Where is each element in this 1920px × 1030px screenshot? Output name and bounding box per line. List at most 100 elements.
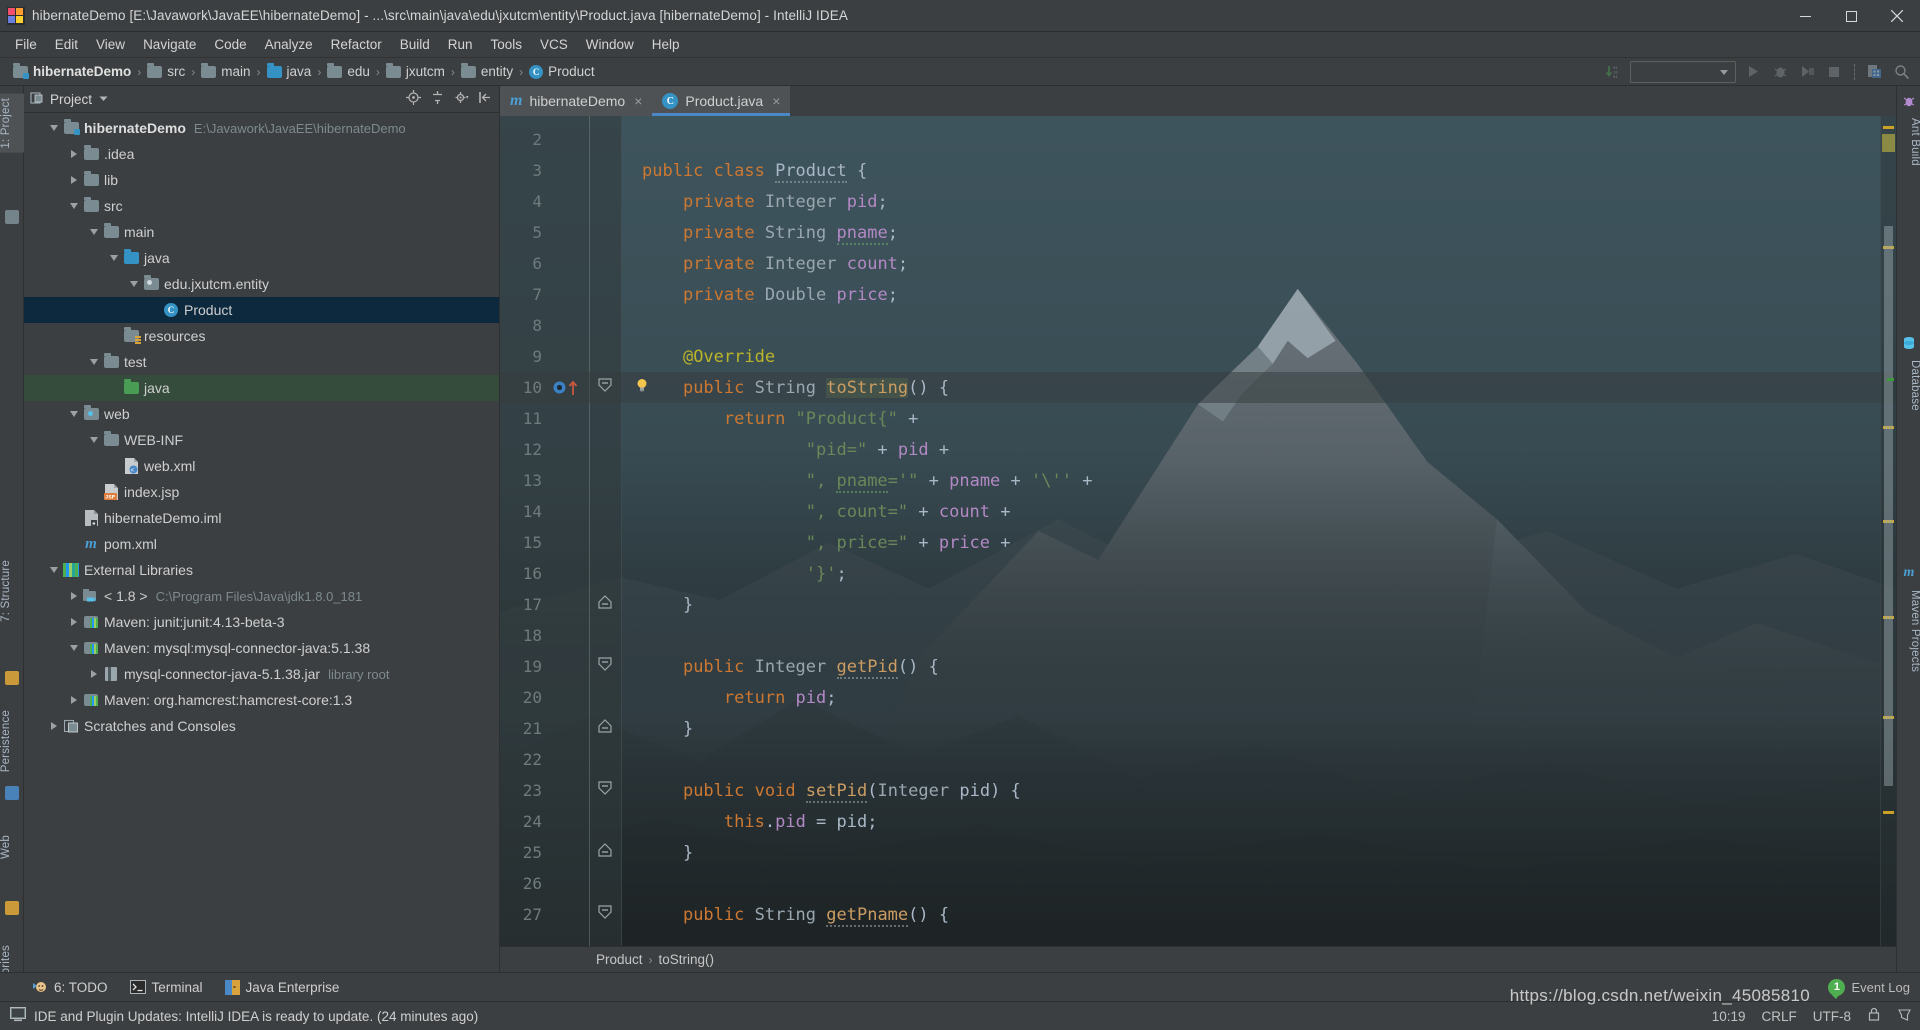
menu-edit[interactable]: Edit — [46, 34, 87, 55]
tree-node-edu-jxutcm-entity[interactable]: edu.jxutcm.entity — [24, 271, 499, 297]
code-fold-end-icon[interactable] — [596, 593, 614, 616]
file-encoding[interactable]: UTF-8 — [1813, 1009, 1851, 1024]
chevron-right-icon[interactable] — [86, 670, 102, 678]
chevron-down-icon[interactable] — [86, 437, 102, 443]
hide-icon[interactable] — [478, 90, 493, 108]
inspection-icon[interactable] — [1897, 1007, 1912, 1025]
tree-node-java[interactable]: java — [24, 375, 499, 401]
right-tab-maven-projects[interactable]: Maven Projects — [1897, 586, 1920, 676]
code-line[interactable]: 5 private String pname; — [500, 217, 1896, 248]
chevron-right-icon[interactable] — [46, 722, 62, 730]
code-fold-collapse-icon[interactable] — [596, 655, 614, 678]
tool-window-java-enterprise[interactable]: Java Enterprise — [224, 979, 339, 995]
chevron-right-icon[interactable] — [66, 592, 82, 600]
chevron-down-icon[interactable] — [86, 229, 102, 235]
tree-node-web[interactable]: web — [24, 401, 499, 427]
code-line[interactable]: 2 — [500, 124, 1896, 155]
navbar-crumb-entity[interactable]: entity — [458, 62, 516, 80]
tree-node-hibernatedemo-iml[interactable]: hibernateDemo.iml — [24, 505, 499, 531]
left-tab-7-structure[interactable]: 7: Structure — [0, 556, 24, 626]
navbar-crumb-main[interactable]: main — [198, 62, 253, 80]
code-line[interactable]: 13 ", pname='" + pname + '\'' + — [500, 465, 1896, 496]
chevron-down-icon[interactable] — [98, 92, 109, 107]
line-separator[interactable]: CRLF — [1761, 1009, 1796, 1024]
maximize-button[interactable] — [1828, 0, 1874, 32]
menu-analyze[interactable]: Analyze — [256, 34, 322, 55]
caret-position[interactable]: 10:19 — [1712, 1009, 1746, 1024]
navbar-crumb-edu[interactable]: edu — [324, 62, 373, 80]
code-line[interactable]: 15 ", price=" + price + — [500, 527, 1896, 558]
chevron-down-icon[interactable] — [46, 125, 62, 131]
left-tab-1-project[interactable]: 1: Project — [0, 94, 24, 153]
tree-node-index-jsp[interactable]: JSP index.jsp — [24, 479, 499, 505]
close-icon[interactable]: × — [772, 93, 780, 109]
coverage-icon[interactable] — [1797, 62, 1817, 82]
chevron-down-icon[interactable] — [66, 645, 82, 651]
event-log-button[interactable]: 1 Event Log — [1828, 978, 1910, 999]
search-icon[interactable] — [1892, 62, 1912, 82]
code-line[interactable]: 20 return pid; — [500, 682, 1896, 713]
code-line[interactable]: 12 "pid=" + pid + — [500, 434, 1896, 465]
tree-node-maven-junit-junit-4-13-beta-3[interactable]: Maven: junit:junit:4.13-beta-3 — [24, 609, 499, 635]
navbar-crumb-java[interactable]: java — [264, 62, 315, 80]
code-line[interactable]: 7 private Double price; — [500, 279, 1896, 310]
menu-file[interactable]: File — [6, 34, 46, 55]
settings-icon[interactable] — [454, 90, 469, 108]
build-icon[interactable]: 01 10 01 — [1603, 62, 1623, 82]
right-tab-ant-build[interactable]: Ant Build — [1897, 114, 1920, 170]
tree-node-main[interactable]: main — [24, 219, 499, 245]
code-fold-collapse-icon[interactable] — [596, 376, 614, 399]
menu-refactor[interactable]: Refactor — [322, 34, 391, 55]
chevron-right-icon[interactable] — [66, 150, 82, 158]
menu-tools[interactable]: Tools — [482, 34, 532, 55]
chevron-down-icon[interactable] — [126, 281, 142, 287]
close-icon[interactable]: × — [634, 93, 642, 109]
run-icon[interactable] — [1743, 62, 1763, 82]
menu-navigate[interactable]: Navigate — [134, 34, 205, 55]
tree-node-1-8[interactable]: < 1.8 > C:\Program Files\Java\jdk1.8.0_18… — [24, 583, 499, 609]
code-line[interactable]: 27 public String getPname() { — [500, 899, 1896, 930]
tree-node-pom-xml[interactable]: m pom.xml — [24, 531, 499, 557]
code-line[interactable]: 8 — [500, 310, 1896, 341]
code-fold-end-icon[interactable] — [596, 717, 614, 740]
chevron-right-icon[interactable] — [66, 618, 82, 626]
tree-node-web-xml[interactable]: < web.xml — [24, 453, 499, 479]
code-line[interactable]: 14 ", count=" + count + — [500, 496, 1896, 527]
debug-icon[interactable] — [1770, 62, 1790, 82]
tool-window-terminal[interactable]: Terminal — [129, 980, 203, 995]
menu-help[interactable]: Help — [643, 34, 689, 55]
menu-window[interactable]: Window — [577, 34, 643, 55]
code-line[interactable]: 23 public void setPid(Integer pid) { — [500, 775, 1896, 806]
left-tab-web[interactable]: Web — [0, 831, 24, 863]
right-tab-database[interactable]: Database — [1897, 356, 1920, 415]
code-line[interactable]: 18 — [500, 620, 1896, 651]
code-line[interactable]: 3 public class Product { — [500, 155, 1896, 186]
menu-vcs[interactable]: VCS — [531, 34, 577, 55]
code-line[interactable]: 6 private Integer count; — [500, 248, 1896, 279]
editor-tab-product-java[interactable]: C Product.java × — [652, 86, 791, 116]
chevron-right-icon[interactable] — [66, 176, 82, 184]
code-fold-end-icon[interactable] — [596, 841, 614, 864]
navbar-crumb-product[interactable]: C Product — [526, 63, 598, 80]
tree-node-java[interactable]: java — [24, 245, 499, 271]
editor-marker-bar[interactable] — [1880, 116, 1896, 946]
navbar-crumb-src[interactable]: src — [144, 62, 188, 80]
code-content[interactable]: 2 3 public class Product {4 private Intege… — [500, 124, 1896, 946]
locate-icon[interactable] — [406, 90, 421, 108]
menu-view[interactable]: View — [87, 34, 134, 55]
code-line[interactable]: 24 this.pid = pid; — [500, 806, 1896, 837]
app-server-icon[interactable] — [1865, 62, 1885, 82]
tree-node-lib[interactable]: lib — [24, 167, 499, 193]
stop-icon[interactable] — [1824, 62, 1844, 82]
override-gutter-icon[interactable] — [552, 380, 578, 396]
tree-node-idea[interactable]: .idea — [24, 141, 499, 167]
tree-node-resources[interactable]: resources — [24, 323, 499, 349]
minimize-button[interactable] — [1782, 0, 1828, 32]
tree-node-maven-mysql-mysql-connector-java-5-1-38[interactable]: Maven: mysql:mysql-connector-java:5.1.38 — [24, 635, 499, 661]
tree-node-scratches-and-consoles[interactable]: Scratches and Consoles — [24, 713, 499, 739]
menu-build[interactable]: Build — [391, 34, 439, 55]
code-line[interactable]: 9 @Override — [500, 341, 1896, 372]
code-line[interactable]: 26 — [500, 868, 1896, 899]
tree-node-hibernatedemo[interactable]: hibernateDemo E:\Javawork\JavaEE\hibernat… — [24, 115, 499, 141]
code-line[interactable]: 11 return "Product{" + — [500, 403, 1896, 434]
